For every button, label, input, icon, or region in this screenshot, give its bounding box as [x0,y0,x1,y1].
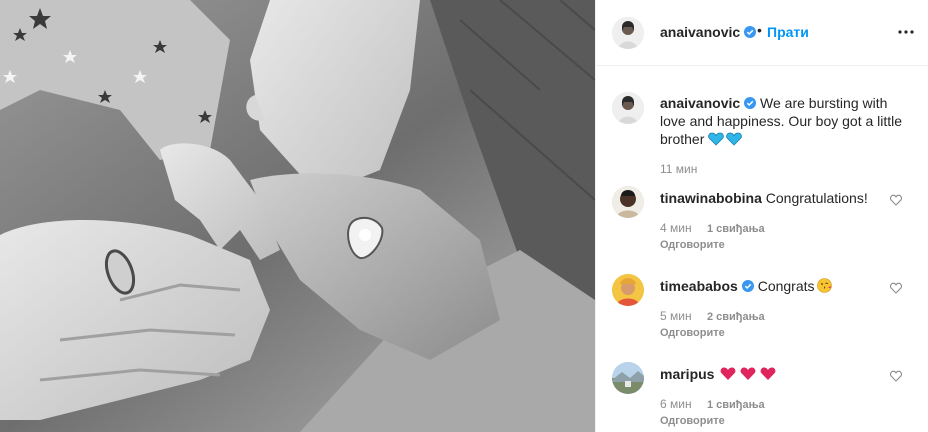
red-hearts-emoji [720,366,776,385]
caption-text: anaivanovic We are bursting with love an… [660,94,910,150]
kissing-face-emoji [816,278,832,297]
reply-button[interactable]: Одговорите [660,239,725,251]
comment-time: 5 мин [660,309,692,323]
commenter-avatar[interactable] [612,274,644,306]
comment-item: tinawinabobina Congratulations! 4 мин 1 … [612,186,912,256]
more-options-icon[interactable] [896,22,916,42]
post-side-panel: anaivanovic • Прати anaivanovic We are b… [595,0,928,432]
comment-username[interactable]: maripus [660,366,714,382]
comment-line: timeababos Congrats [660,277,880,297]
comment-item: timeababos Congrats 5 мин 2 свиђања Одго… [612,274,912,344]
verified-badge-icon [744,97,757,109]
comment-item: maripus 6 мин 1 свиђања Одговорите [612,362,912,432]
reply-button[interactable]: Одговорите [660,327,725,339]
heart-outline-icon[interactable] [890,370,902,382]
verified-badge-icon [741,280,754,292]
comment-likes[interactable]: 1 свиђања [707,399,765,411]
caption-timestamp: 11 мин [660,162,698,176]
comment-likes[interactable]: 2 свиђања [707,311,765,323]
commenter-avatar[interactable] [612,186,644,218]
follow-button[interactable]: Прати [767,24,809,40]
comment-username[interactable]: timeababos [660,278,738,294]
comment-meta: 6 мин 1 свиђања [660,397,765,411]
comment-text: Congratulations! [765,190,868,206]
separator-dot: • [757,22,762,38]
post-photo[interactable] [0,0,595,432]
caption-author-avatar[interactable] [612,92,644,124]
post-image [0,0,595,432]
commenter-avatar[interactable] [612,362,644,394]
caption-username[interactable]: anaivanovic [660,95,740,111]
heart-outline-icon[interactable] [890,282,902,294]
comment-likes[interactable]: 1 свиђања [707,223,765,235]
comment-line: tinawinabobina Congratulations! [660,189,880,207]
comment-text: Congrats [757,278,815,294]
blue-hearts-emoji [708,132,744,150]
comment-time: 6 мин [660,397,692,411]
comment-meta: 5 мин 2 свиђања [660,309,765,323]
reply-button[interactable]: Одговорите [660,415,725,427]
author-avatar[interactable] [612,17,644,49]
comment-line: maripus [660,365,880,385]
verified-badge-icon [744,26,757,38]
comment-username[interactable]: tinawinabobina [660,190,762,206]
comment-meta: 4 мин 1 свиђања [660,221,765,235]
post-header: anaivanovic • Прати [596,0,928,66]
author-username[interactable]: anaivanovic [660,24,757,40]
comment-time: 4 мин [660,221,692,235]
heart-outline-icon[interactable] [890,194,902,206]
